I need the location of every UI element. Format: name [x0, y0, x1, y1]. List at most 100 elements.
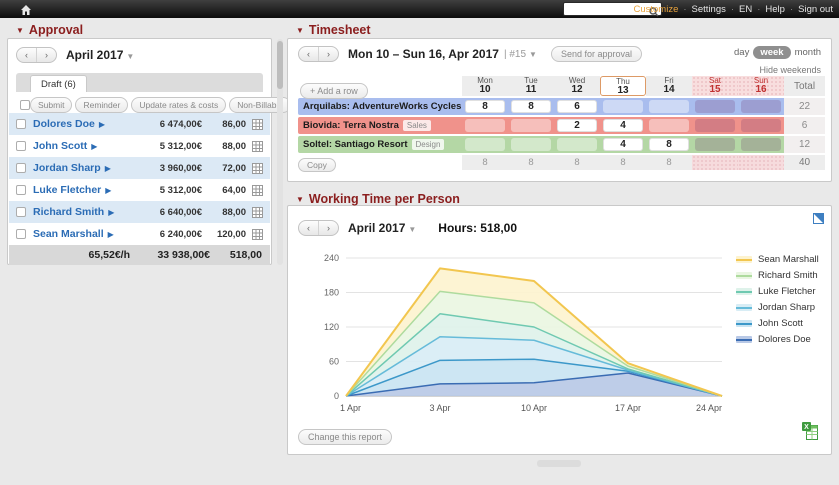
hour-input[interactable]: 2 [557, 119, 597, 132]
approval-section-header[interactable]: ▼Approval [16, 23, 83, 37]
project-label[interactable]: Arquilabs: AdventureWorks CyclesAnalysis [298, 98, 462, 115]
day-header: Wed12 [554, 76, 600, 96]
row-checkbox[interactable] [16, 207, 26, 217]
legend-item[interactable]: Richard Smith [736, 270, 819, 281]
timesheet-grid-icon[interactable] [252, 163, 263, 174]
hour-input[interactable]: 8 [465, 100, 505, 113]
week-number-selector[interactable]: | #15▼ [504, 49, 537, 60]
prev-period-button[interactable]: ‹ [17, 48, 37, 62]
hour-cell-empty[interactable] [465, 138, 505, 151]
copy-button[interactable]: Copy [298, 158, 336, 172]
action-button-submit[interactable]: Submit [30, 97, 72, 113]
day-header: Mon10 [462, 76, 508, 96]
action-button-reminder[interactable]: Reminder [75, 97, 128, 113]
topnav-link-customize[interactable]: Customize [633, 4, 678, 15]
legend-item[interactable]: Jordan Sharp [736, 302, 819, 313]
hour-cell-empty[interactable] [649, 119, 689, 132]
hour-cell [508, 117, 554, 134]
timesheet-grid-icon[interactable] [252, 185, 263, 196]
hour-cell-empty[interactable] [695, 119, 735, 132]
hour-input[interactable]: 4 [603, 119, 643, 132]
expand-caret-icon[interactable]: ▶ [105, 186, 111, 195]
person-name-link[interactable]: Luke Fletcher [33, 184, 101, 196]
select-all-checkbox[interactable] [20, 100, 30, 110]
hour-cell-empty[interactable] [741, 138, 781, 151]
change-report-button[interactable]: Change this report [298, 429, 392, 445]
row-checkbox[interactable] [16, 119, 26, 129]
timesheet-section-header[interactable]: ▼Timesheet [296, 23, 371, 37]
day-total-cell: 8 [600, 155, 646, 170]
top-bar: Customize·Settings·EN·Help·Sign out [0, 0, 839, 18]
view-toggle-day[interactable]: day [734, 47, 749, 58]
expand-caret-icon[interactable]: ▶ [108, 208, 114, 217]
hour-cell-empty[interactable] [603, 100, 643, 113]
prev-week-button[interactable]: ‹ [299, 47, 319, 61]
excel-export-icon[interactable]: X [802, 422, 818, 445]
timesheet-grid-icon[interactable] [252, 207, 263, 218]
tab-draft[interactable]: Draft (6) [30, 75, 87, 92]
hide-weekends-link[interactable]: Hide weekends [759, 65, 821, 75]
hour-input[interactable]: 8 [511, 100, 551, 113]
hour-cell-empty[interactable] [695, 100, 735, 113]
expand-caret-icon[interactable]: ▶ [91, 142, 97, 151]
approval-period-selector[interactable]: April 2017▼ [66, 48, 134, 62]
report-period-selector[interactable]: April 2017▼ [348, 221, 416, 235]
row-checkbox[interactable] [16, 229, 26, 239]
expand-caret-icon[interactable]: ▶ [105, 164, 111, 173]
timesheet-title: Timesheet [309, 23, 371, 37]
person-name-link[interactable]: Richard Smith [33, 206, 104, 218]
person-name-link[interactable]: Dolores Doe [33, 118, 95, 130]
hour-cell-empty[interactable] [695, 138, 735, 151]
hour-cell-empty[interactable] [741, 100, 781, 113]
row-checkbox[interactable] [16, 163, 26, 173]
next-period-button[interactable]: › [37, 48, 56, 62]
scrollbar-thumb[interactable] [277, 41, 283, 89]
timesheet-grid-icon[interactable] [252, 119, 263, 130]
prev-month-button[interactable]: ‹ [299, 221, 319, 235]
send-for-approval-button[interactable]: Send for approval [551, 46, 642, 62]
popout-icon[interactable] [813, 211, 824, 229]
legend-item[interactable]: Luke Fletcher [736, 286, 819, 297]
legend-item[interactable]: Sean Marshall [736, 254, 819, 265]
hour-input[interactable]: 4 [603, 138, 643, 151]
hour-cell-empty[interactable] [511, 119, 551, 132]
hour-input[interactable]: 6 [557, 100, 597, 113]
view-toggle-week[interactable]: week [753, 46, 790, 59]
expand-caret-icon[interactable]: ▶ [99, 120, 105, 129]
hour-cell-empty[interactable] [511, 138, 551, 151]
next-week-button[interactable]: › [319, 47, 338, 61]
project-label[interactable]: Biovida: Terra NostraSales [298, 117, 462, 134]
hour-cell-empty[interactable] [649, 100, 689, 113]
hour-cell-empty[interactable] [465, 119, 505, 132]
hour-cell: 2 [554, 117, 600, 134]
row-checkbox[interactable] [16, 141, 26, 151]
topnav-link-en[interactable]: EN [739, 4, 752, 15]
day-header-today[interactable]: Thu13 [600, 76, 646, 96]
hour-cell-empty[interactable] [741, 119, 781, 132]
hour-input[interactable]: 8 [649, 138, 689, 151]
view-toggle-month[interactable]: month [795, 47, 821, 58]
hour-cell-empty[interactable] [557, 138, 597, 151]
legend-item[interactable]: Dolores Doe [736, 334, 819, 345]
timesheet-grid-icon[interactable] [252, 141, 263, 152]
project-label[interactable]: Soltel: Santiago ResortDesign [298, 136, 462, 153]
person-name-link[interactable]: John Scott [33, 140, 87, 152]
row-checkbox[interactable] [16, 185, 26, 195]
expand-caret-icon[interactable]: ▶ [108, 230, 114, 239]
topnav-link-help[interactable]: Help [765, 4, 785, 15]
report-section-header[interactable]: ▼Working Time per Person [296, 192, 460, 206]
timesheet-grid-icon[interactable] [252, 229, 263, 240]
add-row-button[interactable]: + Add a row [300, 83, 368, 99]
legend-line [736, 307, 752, 309]
legend-item[interactable]: John Scott [736, 318, 819, 329]
panel-resize-handle[interactable] [537, 460, 581, 467]
action-button-update-rates-costs[interactable]: Update rates & costs [131, 97, 226, 113]
person-name-link[interactable]: Jordan Sharp [33, 162, 101, 174]
next-month-button[interactable]: › [319, 221, 338, 235]
row-hours: 120,00 [202, 229, 246, 240]
person-name-link[interactable]: Sean Marshall [33, 228, 104, 240]
topnav-link-settings[interactable]: Settings [692, 4, 726, 15]
home-icon[interactable] [20, 3, 32, 21]
topnav-link-sign-out[interactable]: Sign out [798, 4, 833, 15]
approval-tab-strip: Draft (6) [16, 73, 263, 92]
